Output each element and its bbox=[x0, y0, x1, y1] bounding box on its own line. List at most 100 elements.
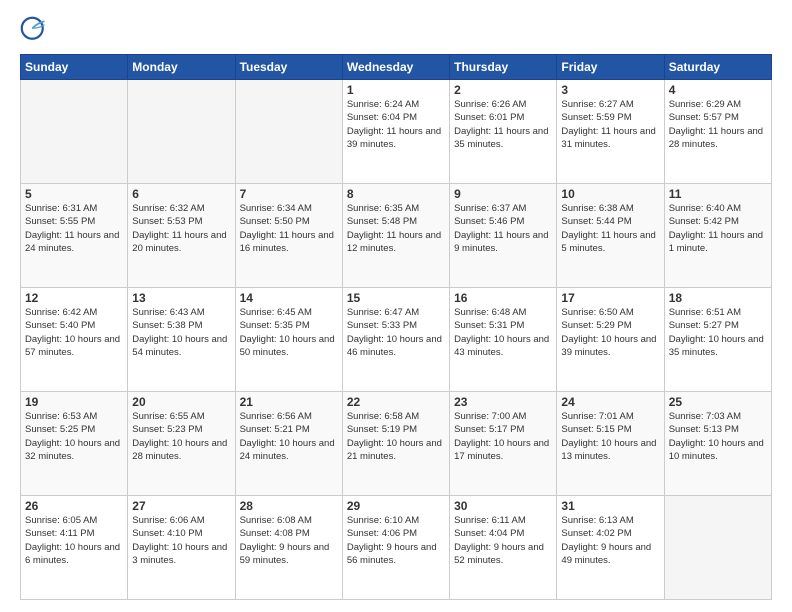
calendar-cell: 6Sunrise: 6:32 AMSunset: 5:53 PMDaylight… bbox=[128, 184, 235, 288]
day-info: Sunrise: 6:45 AMSunset: 5:35 PMDaylight:… bbox=[240, 306, 338, 359]
day-info: Sunrise: 6:40 AMSunset: 5:42 PMDaylight:… bbox=[669, 202, 767, 255]
calendar-cell: 12Sunrise: 6:42 AMSunset: 5:40 PMDayligh… bbox=[21, 288, 128, 392]
day-info: Sunrise: 6:47 AMSunset: 5:33 PMDaylight:… bbox=[347, 306, 445, 359]
day-number: 25 bbox=[669, 395, 767, 409]
day-number: 31 bbox=[561, 499, 659, 513]
calendar-cell: 1Sunrise: 6:24 AMSunset: 6:04 PMDaylight… bbox=[342, 80, 449, 184]
day-info: Sunrise: 6:27 AMSunset: 5:59 PMDaylight:… bbox=[561, 98, 659, 151]
day-number: 8 bbox=[347, 187, 445, 201]
weekday-header-wednesday: Wednesday bbox=[342, 55, 449, 80]
day-info: Sunrise: 6:38 AMSunset: 5:44 PMDaylight:… bbox=[561, 202, 659, 255]
day-number: 29 bbox=[347, 499, 445, 513]
calendar-cell: 29Sunrise: 6:10 AMSunset: 4:06 PMDayligh… bbox=[342, 496, 449, 600]
calendar-cell: 28Sunrise: 6:08 AMSunset: 4:08 PMDayligh… bbox=[235, 496, 342, 600]
weekday-header-tuesday: Tuesday bbox=[235, 55, 342, 80]
day-number: 12 bbox=[25, 291, 123, 305]
day-number: 13 bbox=[132, 291, 230, 305]
day-info: Sunrise: 6:26 AMSunset: 6:01 PMDaylight:… bbox=[454, 98, 552, 151]
week-row-5: 26Sunrise: 6:05 AMSunset: 4:11 PMDayligh… bbox=[21, 496, 772, 600]
day-number: 20 bbox=[132, 395, 230, 409]
day-number: 14 bbox=[240, 291, 338, 305]
calendar-cell bbox=[128, 80, 235, 184]
calendar-cell: 19Sunrise: 6:53 AMSunset: 5:25 PMDayligh… bbox=[21, 392, 128, 496]
day-info: Sunrise: 6:24 AMSunset: 6:04 PMDaylight:… bbox=[347, 98, 445, 151]
day-info: Sunrise: 6:35 AMSunset: 5:48 PMDaylight:… bbox=[347, 202, 445, 255]
calendar-cell: 17Sunrise: 6:50 AMSunset: 5:29 PMDayligh… bbox=[557, 288, 664, 392]
day-number: 26 bbox=[25, 499, 123, 513]
day-info: Sunrise: 7:00 AMSunset: 5:17 PMDaylight:… bbox=[454, 410, 552, 463]
day-info: Sunrise: 6:05 AMSunset: 4:11 PMDaylight:… bbox=[25, 514, 123, 567]
day-number: 1 bbox=[347, 83, 445, 97]
weekday-header-sunday: Sunday bbox=[21, 55, 128, 80]
day-info: Sunrise: 7:01 AMSunset: 5:15 PMDaylight:… bbox=[561, 410, 659, 463]
calendar-cell: 20Sunrise: 6:55 AMSunset: 5:23 PMDayligh… bbox=[128, 392, 235, 496]
calendar-cell: 8Sunrise: 6:35 AMSunset: 5:48 PMDaylight… bbox=[342, 184, 449, 288]
logo bbox=[20, 16, 52, 44]
day-number: 22 bbox=[347, 395, 445, 409]
calendar-cell: 5Sunrise: 6:31 AMSunset: 5:55 PMDaylight… bbox=[21, 184, 128, 288]
day-info: Sunrise: 6:51 AMSunset: 5:27 PMDaylight:… bbox=[669, 306, 767, 359]
calendar-cell: 10Sunrise: 6:38 AMSunset: 5:44 PMDayligh… bbox=[557, 184, 664, 288]
day-info: Sunrise: 6:32 AMSunset: 5:53 PMDaylight:… bbox=[132, 202, 230, 255]
calendar-cell: 30Sunrise: 6:11 AMSunset: 4:04 PMDayligh… bbox=[450, 496, 557, 600]
day-info: Sunrise: 6:55 AMSunset: 5:23 PMDaylight:… bbox=[132, 410, 230, 463]
calendar-cell: 7Sunrise: 6:34 AMSunset: 5:50 PMDaylight… bbox=[235, 184, 342, 288]
day-info: Sunrise: 6:08 AMSunset: 4:08 PMDaylight:… bbox=[240, 514, 338, 567]
weekday-header-thursday: Thursday bbox=[450, 55, 557, 80]
header bbox=[20, 16, 772, 44]
day-info: Sunrise: 6:11 AMSunset: 4:04 PMDaylight:… bbox=[454, 514, 552, 567]
day-number: 21 bbox=[240, 395, 338, 409]
day-info: Sunrise: 6:50 AMSunset: 5:29 PMDaylight:… bbox=[561, 306, 659, 359]
day-info: Sunrise: 6:43 AMSunset: 5:38 PMDaylight:… bbox=[132, 306, 230, 359]
week-row-4: 19Sunrise: 6:53 AMSunset: 5:25 PMDayligh… bbox=[21, 392, 772, 496]
week-row-1: 1Sunrise: 6:24 AMSunset: 6:04 PMDaylight… bbox=[21, 80, 772, 184]
day-info: Sunrise: 6:37 AMSunset: 5:46 PMDaylight:… bbox=[454, 202, 552, 255]
weekday-header-row: SundayMondayTuesdayWednesdayThursdayFrid… bbox=[21, 55, 772, 80]
day-number: 18 bbox=[669, 291, 767, 305]
calendar-cell bbox=[664, 496, 771, 600]
calendar-cell: 21Sunrise: 6:56 AMSunset: 5:21 PMDayligh… bbox=[235, 392, 342, 496]
week-row-3: 12Sunrise: 6:42 AMSunset: 5:40 PMDayligh… bbox=[21, 288, 772, 392]
calendar-cell: 16Sunrise: 6:48 AMSunset: 5:31 PMDayligh… bbox=[450, 288, 557, 392]
calendar-cell: 23Sunrise: 7:00 AMSunset: 5:17 PMDayligh… bbox=[450, 392, 557, 496]
day-number: 9 bbox=[454, 187, 552, 201]
calendar-cell: 24Sunrise: 7:01 AMSunset: 5:15 PMDayligh… bbox=[557, 392, 664, 496]
day-info: Sunrise: 6:53 AMSunset: 5:25 PMDaylight:… bbox=[25, 410, 123, 463]
day-number: 2 bbox=[454, 83, 552, 97]
day-number: 6 bbox=[132, 187, 230, 201]
calendar-cell: 14Sunrise: 6:45 AMSunset: 5:35 PMDayligh… bbox=[235, 288, 342, 392]
day-number: 28 bbox=[240, 499, 338, 513]
day-info: Sunrise: 7:03 AMSunset: 5:13 PMDaylight:… bbox=[669, 410, 767, 463]
calendar-cell: 18Sunrise: 6:51 AMSunset: 5:27 PMDayligh… bbox=[664, 288, 771, 392]
day-number: 17 bbox=[561, 291, 659, 305]
day-number: 11 bbox=[669, 187, 767, 201]
day-number: 7 bbox=[240, 187, 338, 201]
day-info: Sunrise: 6:10 AMSunset: 4:06 PMDaylight:… bbox=[347, 514, 445, 567]
calendar-cell: 15Sunrise: 6:47 AMSunset: 5:33 PMDayligh… bbox=[342, 288, 449, 392]
week-row-2: 5Sunrise: 6:31 AMSunset: 5:55 PMDaylight… bbox=[21, 184, 772, 288]
calendar-cell: 22Sunrise: 6:58 AMSunset: 5:19 PMDayligh… bbox=[342, 392, 449, 496]
calendar-cell: 4Sunrise: 6:29 AMSunset: 5:57 PMDaylight… bbox=[664, 80, 771, 184]
day-number: 24 bbox=[561, 395, 659, 409]
day-number: 19 bbox=[25, 395, 123, 409]
weekday-header-friday: Friday bbox=[557, 55, 664, 80]
day-info: Sunrise: 6:34 AMSunset: 5:50 PMDaylight:… bbox=[240, 202, 338, 255]
day-number: 5 bbox=[25, 187, 123, 201]
day-info: Sunrise: 6:58 AMSunset: 5:19 PMDaylight:… bbox=[347, 410, 445, 463]
calendar-cell bbox=[21, 80, 128, 184]
day-number: 10 bbox=[561, 187, 659, 201]
day-number: 4 bbox=[669, 83, 767, 97]
day-number: 16 bbox=[454, 291, 552, 305]
calendar-cell: 9Sunrise: 6:37 AMSunset: 5:46 PMDaylight… bbox=[450, 184, 557, 288]
day-number: 15 bbox=[347, 291, 445, 305]
day-info: Sunrise: 6:31 AMSunset: 5:55 PMDaylight:… bbox=[25, 202, 123, 255]
calendar-cell: 27Sunrise: 6:06 AMSunset: 4:10 PMDayligh… bbox=[128, 496, 235, 600]
calendar-cell: 3Sunrise: 6:27 AMSunset: 5:59 PMDaylight… bbox=[557, 80, 664, 184]
calendar-cell: 31Sunrise: 6:13 AMSunset: 4:02 PMDayligh… bbox=[557, 496, 664, 600]
day-number: 3 bbox=[561, 83, 659, 97]
day-info: Sunrise: 6:56 AMSunset: 5:21 PMDaylight:… bbox=[240, 410, 338, 463]
day-info: Sunrise: 6:48 AMSunset: 5:31 PMDaylight:… bbox=[454, 306, 552, 359]
weekday-header-monday: Monday bbox=[128, 55, 235, 80]
calendar-cell bbox=[235, 80, 342, 184]
day-info: Sunrise: 6:13 AMSunset: 4:02 PMDaylight:… bbox=[561, 514, 659, 567]
